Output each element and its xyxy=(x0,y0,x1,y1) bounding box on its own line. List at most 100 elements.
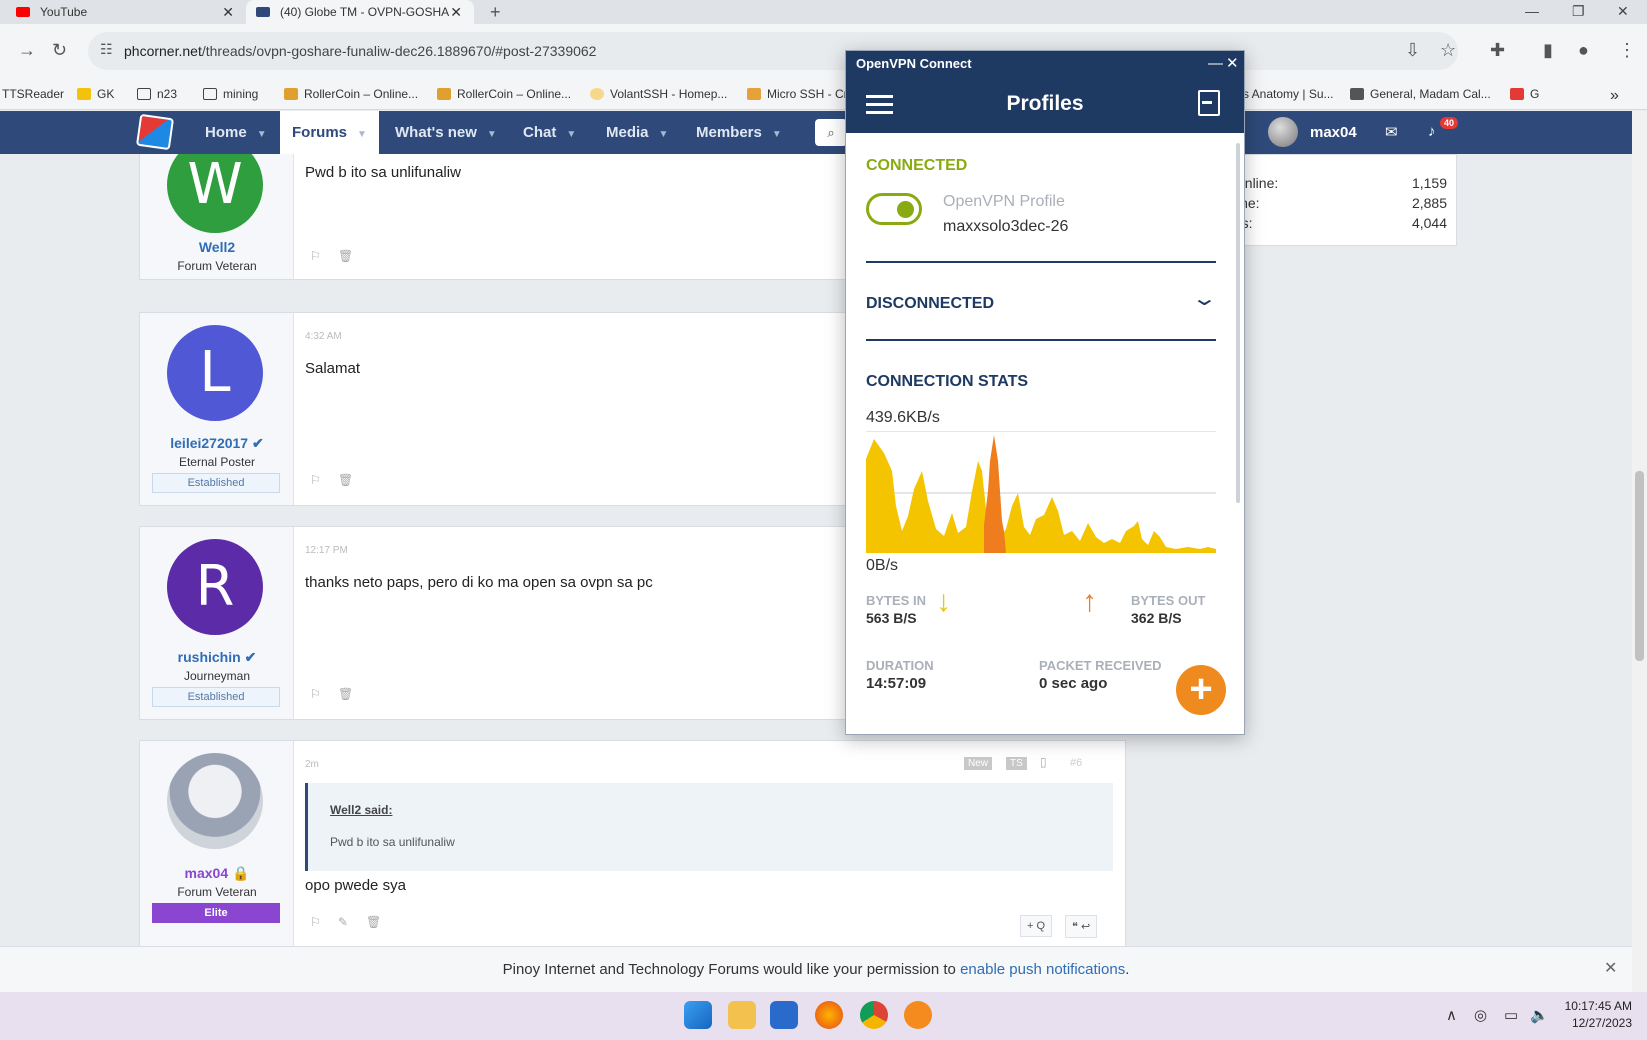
network-icon[interactable]: ◎ xyxy=(1474,1006,1487,1024)
chevron-up-icon[interactable]: ∧ xyxy=(1446,1006,1457,1024)
post-username[interactable]: Well2 xyxy=(140,239,294,255)
vpn-header: Profiles xyxy=(846,77,1244,133)
add-profile-button[interactable]: + xyxy=(1176,665,1226,715)
post-time[interactable]: 2m xyxy=(305,759,319,770)
inbox-icon[interactable]: ✉ xyxy=(1385,123,1398,141)
menu-icon[interactable]: ⋮ xyxy=(1618,40,1636,61)
bookmark-item[interactable]: G xyxy=(1510,87,1539,101)
reload-icon[interactable]: ↻ xyxy=(52,40,67,61)
vpn-scrollbar[interactable] xyxy=(1236,143,1240,503)
side-panel-icon[interactable]: ▮ xyxy=(1543,40,1553,61)
chevron-down-icon[interactable]: ▼ xyxy=(487,129,497,140)
post-number[interactable]: #6 xyxy=(1070,757,1082,769)
nav-members[interactable]: Members ▼ xyxy=(684,111,794,154)
minimize-icon[interactable]: — xyxy=(1208,51,1223,77)
close-tab-icon[interactable]: ✕ xyxy=(450,4,462,21)
avatar[interactable]: R xyxy=(167,539,263,635)
chevron-down-icon[interactable]: ▼ xyxy=(659,129,669,140)
post-username[interactable]: rushichin ✔ xyxy=(140,649,294,666)
bookmark-folder[interactable]: n23 xyxy=(137,87,177,101)
bookmark-item[interactable]: RollerCoin – Online... xyxy=(284,87,418,101)
close-tab-icon[interactable]: ✕ xyxy=(222,4,234,21)
post-username[interactable]: max04 🔒 xyxy=(140,865,294,882)
more-bookmarks-icon[interactable]: » xyxy=(1610,87,1619,105)
firefox-icon[interactable] xyxy=(815,1001,843,1029)
chrome-icon[interactable] xyxy=(860,1001,888,1029)
minimize-icon[interactable]: — xyxy=(1525,3,1539,19)
display-icon[interactable]: ▭ xyxy=(1504,1006,1518,1024)
avatar[interactable]: L xyxy=(167,325,263,421)
nav-chat[interactable]: Chat ▼ xyxy=(511,111,588,154)
nav-home[interactable]: Home ▼ xyxy=(193,111,279,154)
delete-icon[interactable]: 🗑 xyxy=(338,249,353,263)
multiquote-button[interactable]: + Q xyxy=(1020,915,1053,937)
page-scrollbar[interactable] xyxy=(1632,111,1647,992)
nav-forums[interactable]: Forums ▼ xyxy=(280,111,379,154)
youtube-icon xyxy=(16,7,30,17)
extensions-icon[interactable]: ✚ xyxy=(1490,40,1505,61)
tab-phcorner[interactable]: (40) Globe TM - OVPN-GOSHA ✕ xyxy=(246,0,474,24)
flag-icon[interactable]: ⚐ xyxy=(310,915,321,929)
close-icon[interactable]: ✕ xyxy=(1604,958,1617,978)
post-time[interactable]: 12:17 PM xyxy=(305,545,348,556)
search-icon[interactable]: ⌕ xyxy=(815,119,847,146)
start-icon[interactable] xyxy=(684,1001,712,1029)
account-menu[interactable]: max04 xyxy=(1268,117,1357,147)
flag-icon[interactable]: ⚐ xyxy=(310,687,321,701)
site-logo[interactable] xyxy=(135,113,175,151)
bookmark-item[interactable]: General, Madam Cal... xyxy=(1350,87,1491,101)
flag-icon[interactable]: ⚐ xyxy=(310,249,321,263)
close-window-icon[interactable]: ✕ xyxy=(1617,3,1629,20)
chevron-down-icon[interactable]: ▼ xyxy=(357,129,367,140)
bookmark-item[interactable]: VolantSSH - Homep... xyxy=(590,87,727,101)
connection-toggle[interactable] xyxy=(866,193,922,225)
chevron-down-icon[interactable]: ▼ xyxy=(772,129,782,140)
address-row: → ↻ ☷ phcorner.net/threads/ovpn-goshare-… xyxy=(0,24,1647,80)
chevron-down-icon[interactable]: ▼ xyxy=(257,129,267,140)
site-info-icon[interactable]: ☷ xyxy=(100,41,113,58)
forward-icon[interactable]: → xyxy=(18,40,36,61)
profile-name[interactable]: maxxsolo3dec-26 xyxy=(943,218,1068,236)
bookmark-item[interactable]: TTSReader xyxy=(2,87,64,101)
new-tab-icon[interactable]: + xyxy=(490,2,501,23)
store-icon[interactable] xyxy=(770,1001,798,1029)
delete-icon[interactable]: 🗑 xyxy=(338,687,353,701)
bookmark-icon[interactable]: ▯ xyxy=(1040,755,1047,769)
avatar[interactable] xyxy=(167,753,263,849)
delete-icon[interactable]: 🗑 xyxy=(338,473,353,487)
system-clock[interactable]: 10:17:45 AM 12/27/2023 xyxy=(1540,998,1632,1032)
avatar[interactable]: W xyxy=(167,154,263,233)
openvpn-icon[interactable] xyxy=(904,1001,932,1029)
speed-min-label: 0B/s xyxy=(866,557,899,574)
nav-media[interactable]: Media ▼ xyxy=(594,111,680,154)
quote-author[interactable]: Well2 said: xyxy=(330,803,392,817)
bookmark-item[interactable]: s Anatomy | Su... xyxy=(1243,87,1334,101)
profile-icon[interactable]: ● xyxy=(1578,40,1589,61)
chevron-down-icon[interactable]: ⌄ xyxy=(1191,286,1218,311)
bookmark-item[interactable]: RollerCoin – Online... xyxy=(437,87,571,101)
install-icon[interactable]: ⇩ xyxy=(1405,40,1420,61)
restore-icon[interactable]: ❐ xyxy=(1572,3,1585,20)
bell-icon[interactable]: ♪ xyxy=(1428,123,1436,140)
file-explorer-icon[interactable] xyxy=(728,1001,756,1029)
avatar xyxy=(1268,117,1298,147)
post-username[interactable]: leilei272017 ✔ xyxy=(140,435,294,452)
import-profile-icon[interactable] xyxy=(1198,90,1220,116)
bookmark-folder[interactable]: mining xyxy=(203,87,258,101)
enable-notifications-link[interactable]: enable push notifications xyxy=(960,961,1125,978)
nav-whats-new[interactable]: What's new ▼ xyxy=(383,111,509,154)
delete-icon[interactable]: 🗑 xyxy=(366,915,381,929)
tab-youtube[interactable]: YouTube ✕ xyxy=(6,0,246,24)
edit-icon[interactable]: ✎ xyxy=(338,915,348,929)
post-time[interactable]: 4:32 AM xyxy=(305,331,342,342)
flag-icon[interactable]: ⚐ xyxy=(310,473,321,487)
address-bar[interactable]: ☷ phcorner.net/threads/ovpn-goshare-funa… xyxy=(88,32,1458,70)
chevron-down-icon[interactable]: ▼ xyxy=(566,129,576,140)
bookmark-item[interactable]: Micro SSH - Cr xyxy=(747,87,848,101)
bookmark-item[interactable]: GK xyxy=(77,87,114,101)
close-icon[interactable]: ✕ xyxy=(1226,51,1239,77)
scrollbar-thumb[interactable] xyxy=(1635,471,1644,661)
bookmark-star-icon[interactable]: ☆ xyxy=(1440,40,1456,61)
disconnected-section[interactable]: DISCONNECTED xyxy=(866,295,994,313)
reply-button[interactable]: ❝ ↩ xyxy=(1065,915,1098,938)
